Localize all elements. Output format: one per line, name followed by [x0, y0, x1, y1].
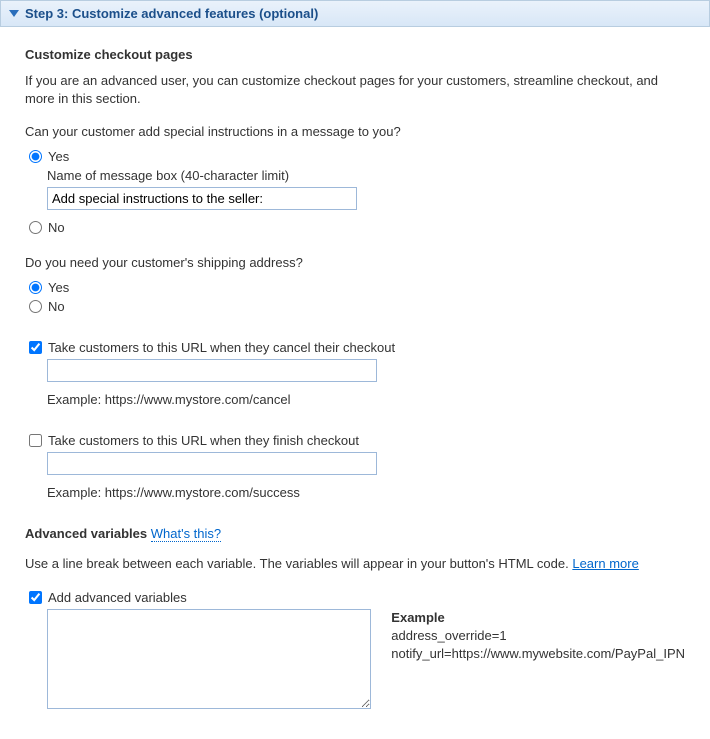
instructions-no-radio[interactable]: [29, 221, 42, 234]
shipping-no-label: No: [48, 299, 65, 314]
message-box-label: Name of message box (40-character limit): [47, 168, 685, 183]
shipping-yes-label: Yes: [48, 280, 69, 295]
message-box-config: Name of message box (40-character limit): [47, 168, 685, 210]
cancel-url-checkbox[interactable]: [29, 341, 42, 354]
instructions-yes-radio[interactable]: [29, 150, 42, 163]
finish-url-checkbox[interactable]: [29, 434, 42, 447]
question-instructions: Can your customer add special instructio…: [25, 124, 685, 139]
shipping-no-radio[interactable]: [29, 300, 42, 313]
add-advanced-label: Add advanced variables: [48, 590, 187, 605]
cancel-url-label: Take customers to this URL when they can…: [48, 340, 395, 355]
step-header[interactable]: Step 3: Customize advanced features (opt…: [0, 0, 710, 27]
learn-more-link[interactable]: Learn more: [572, 556, 638, 571]
example-line-2: notify_url=https://www.mywebsite.com/Pay…: [391, 646, 685, 661]
instructions-yes-row: Yes: [29, 149, 685, 164]
shipping-yes-row: Yes: [29, 280, 685, 295]
advanced-variables-title: Advanced variables: [25, 526, 147, 541]
shipping-yes-radio[interactable]: [29, 281, 42, 294]
finish-url-label: Take customers to this URL when they fin…: [48, 433, 359, 448]
finish-url-example: Example: https://www.mystore.com/success: [47, 485, 685, 500]
shipping-no-row: No: [29, 299, 685, 314]
cancel-url-input[interactable]: [47, 359, 377, 382]
add-advanced-checkbox[interactable]: [29, 591, 42, 604]
whats-this-link[interactable]: What's this?: [151, 526, 221, 542]
instructions-yes-label: Yes: [48, 149, 69, 164]
step-content: Customize checkout pages If you are an a…: [0, 27, 710, 734]
finish-url-input[interactable]: [47, 452, 377, 475]
collapse-triangle-icon: [9, 10, 19, 17]
advanced-variables-textarea[interactable]: [47, 609, 371, 709]
advanced-vars-area: Example address_override=1 notify_url=ht…: [25, 609, 685, 709]
instructions-no-row: No: [29, 220, 685, 235]
example-line-1: address_override=1: [391, 628, 506, 643]
message-box-input[interactable]: [47, 187, 357, 210]
advanced-intro: Use a line break between each variable. …: [25, 555, 685, 573]
advanced-example-block: Example address_override=1 notify_url=ht…: [391, 609, 685, 664]
question-shipping: Do you need your customer's shipping add…: [25, 255, 685, 270]
advanced-intro-text: Use a line break between each variable. …: [25, 556, 572, 571]
finish-url-row: Take customers to this URL when they fin…: [29, 433, 685, 448]
cancel-url-example: Example: https://www.mystore.com/cancel: [47, 392, 685, 407]
step-title: Step 3: Customize advanced features (opt…: [25, 6, 318, 21]
add-advanced-row: Add advanced variables: [29, 590, 685, 605]
instructions-no-label: No: [48, 220, 65, 235]
checkout-intro: If you are an advanced user, you can cus…: [25, 72, 685, 108]
cancel-url-row: Take customers to this URL when they can…: [29, 340, 685, 355]
checkout-section-title: Customize checkout pages: [25, 47, 685, 62]
example-title: Example: [391, 609, 685, 627]
